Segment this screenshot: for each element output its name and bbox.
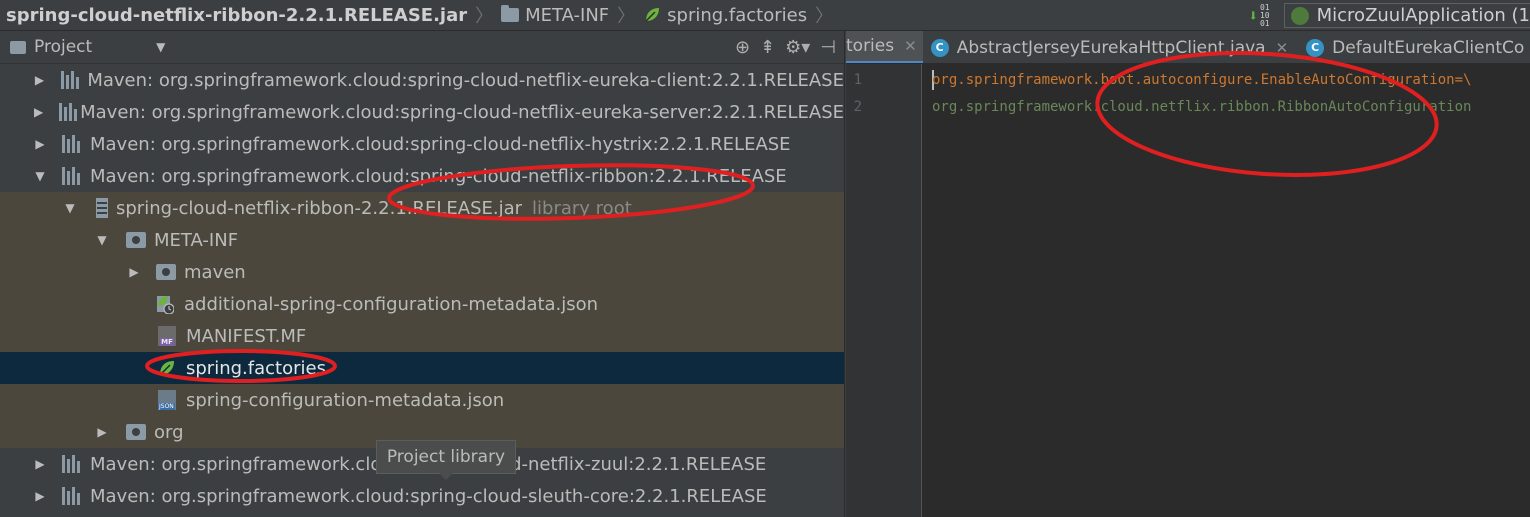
chevron-right-icon[interactable]: ▶: [34, 73, 45, 87]
chevron-down-icon[interactable]: ▼: [64, 201, 76, 215]
line-number-gutter: [846, 64, 922, 517]
breadcrumb-separator-icon: 〉: [617, 6, 636, 27]
gear-icon[interactable]: ⚙▾: [785, 37, 810, 58]
tree-row-meta-inf[interactable]: ▼ META-INF: [0, 224, 844, 256]
spring-boot-icon: [1290, 6, 1309, 25]
maven-library-icon: [61, 71, 79, 89]
json-file-icon: [158, 390, 176, 410]
line-number: 1: [853, 72, 862, 88]
tree-row-ribbon-jar[interactable]: ▼ spring-cloud-netflix-ribbon-2.2.1.RELE…: [0, 192, 844, 224]
maven-library-icon: [62, 167, 82, 185]
project-panel-header: Project ▼ ⊕ ⇞ ⚙▾ ⊣: [0, 31, 844, 64]
tree-row-maven[interactable]: ▶ maven: [0, 256, 844, 288]
tab-spring-factories[interactable]: tories ✕: [846, 31, 923, 63]
breadcrumb-spring-factories[interactable]: spring.factories: [643, 5, 807, 26]
locate-icon[interactable]: ⊕: [735, 37, 750, 58]
chevron-down-icon[interactable]: ▼: [96, 233, 108, 247]
project-panel-tools: ⊕ ⇞ ⚙▾ ⊣: [735, 31, 836, 64]
tree-row-eureka-client[interactable]: ▶ Maven: org.springframework.cloud:sprin…: [0, 64, 844, 96]
breadcrumb-separator-icon: 〉: [815, 6, 834, 27]
chevron-right-icon[interactable]: ▶: [34, 137, 46, 151]
breadcrumb-jar[interactable]: spring-cloud-netflix-ribbon-2.2.1.RELEAS…: [0, 5, 467, 26]
tree-row-ribbon[interactable]: ▼ Maven: org.springframework.cloud:sprin…: [0, 160, 844, 192]
project-library-tooltip: Project library: [376, 440, 516, 480]
line-number: 2: [853, 99, 862, 115]
chevron-right-icon[interactable]: ▶: [34, 105, 43, 119]
editor-tab-bar: tories ✕ C AbstractJerseyEurekaHttpClien…: [846, 31, 1530, 64]
maven-library-icon: [62, 487, 82, 505]
tree-row-hystrix[interactable]: ▶ Maven: org.springframework.cloud:sprin…: [0, 128, 844, 160]
tree-row-sleuth-core[interactable]: ▶ Maven: org.springframework.cloud:sprin…: [0, 480, 844, 512]
run-toolbar: ⬇ 01 10 01 MicroZuulApplication (1: [1248, 0, 1530, 31]
tree-row-spring-factories[interactable]: spring.factories: [0, 352, 844, 384]
package-folder-icon: [156, 264, 176, 280]
package-folder-icon: [126, 232, 146, 248]
java-class-icon: C: [1306, 38, 1325, 57]
project-icon: [10, 40, 26, 54]
chevron-down-icon[interactable]: ▼: [34, 169, 46, 183]
tree-row-configuration-metadata[interactable]: spring-configuration-metadata.json: [0, 384, 844, 416]
tab-abstract-jersey-eureka-http-client[interactable]: C AbstractJerseyEurekaHttpClient.java ✕: [923, 31, 1298, 63]
chevron-right-icon[interactable]: ▶: [34, 489, 46, 503]
code-editor[interactable]: 1 2 org.springframework.boot.autoconfigu…: [846, 64, 1530, 517]
project-panel: Project ▼ ⊕ ⇞ ⚙▾ ⊣ ▶ Maven: org.springfr…: [0, 31, 845, 517]
jar-icon: [96, 198, 108, 218]
project-panel-title[interactable]: Project: [34, 37, 92, 57]
breadcrumb-meta-inf[interactable]: META-INF: [501, 5, 609, 26]
tree-row-manifest[interactable]: MF MANIFEST.MF: [0, 320, 844, 352]
package-folder-icon: [126, 424, 146, 440]
code-line-2[interactable]: org.springframework.cloud.netflix.ribbon…: [932, 99, 1471, 115]
code-line-1[interactable]: org.springframework.boot.autoconfigure.E…: [932, 72, 1471, 88]
java-class-icon: C: [930, 38, 949, 57]
navigation-bar: spring-cloud-netflix-ribbon-2.2.1.RELEAS…: [0, 0, 1530, 31]
run-configuration-selector[interactable]: MicroZuulApplication (1: [1283, 3, 1530, 28]
chevron-right-icon[interactable]: ▶: [34, 457, 46, 471]
breadcrumb-separator-icon: 〉: [475, 6, 494, 27]
close-icon[interactable]: ✕: [904, 37, 917, 55]
tree-row-additional-metadata[interactable]: additional-spring-configuration-metadata…: [0, 288, 844, 320]
maven-library-icon: [62, 135, 82, 153]
spring-leaf-icon: [645, 8, 660, 22]
folder-icon: [501, 5, 520, 22]
tab-default-eureka-client-config[interactable]: C DefaultEurekaClientCo: [1298, 31, 1530, 63]
library-root-hint: library root: [532, 197, 632, 219]
manifest-file-icon: MF: [158, 326, 176, 346]
collapse-all-icon[interactable]: ⇞: [760, 37, 775, 58]
maven-library-icon: [62, 455, 82, 473]
metadata-file-icon: [157, 296, 174, 314]
chevron-right-icon[interactable]: ▶: [128, 265, 140, 279]
chevron-down-icon[interactable]: ▼: [156, 40, 165, 54]
tree-row-eureka-server[interactable]: ▶ Maven: org.springframework.cloud:sprin…: [0, 96, 844, 128]
spring-leaf-icon: [159, 361, 174, 376]
close-icon[interactable]: ✕: [1276, 39, 1289, 57]
build-binary-icon[interactable]: ⬇ 01 10 01: [1248, 3, 1269, 28]
hide-panel-icon[interactable]: ⊣: [820, 37, 836, 58]
maven-library-icon: [59, 103, 78, 121]
chevron-right-icon[interactable]: ▶: [96, 425, 108, 439]
